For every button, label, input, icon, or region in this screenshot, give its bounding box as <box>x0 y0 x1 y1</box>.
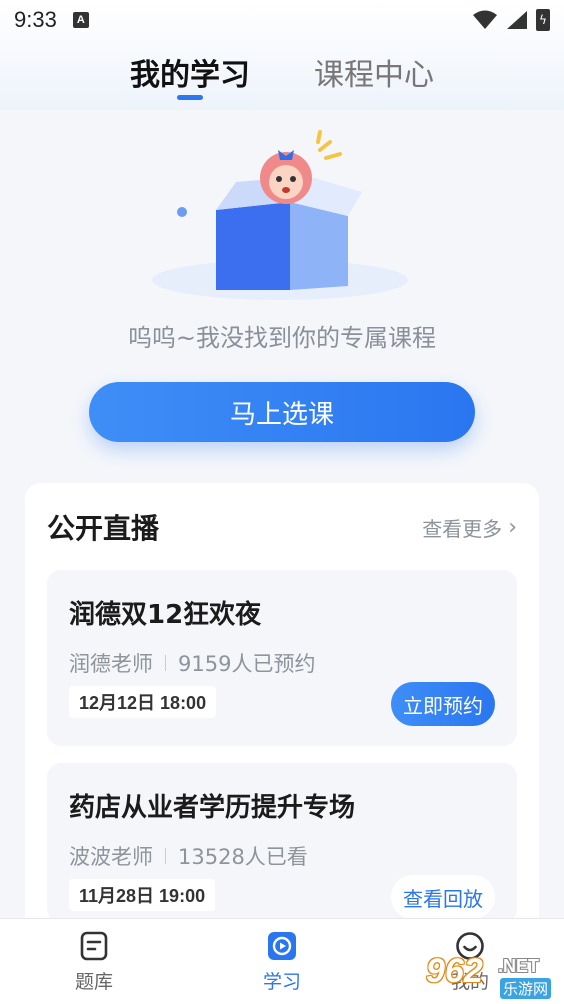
live-item-stat: 9159人已预约 <box>178 652 316 676</box>
live-item-teacher: 波波老师 <box>69 845 153 869</box>
tab-my-study[interactable]: 我的学习 <box>130 50 250 100</box>
live-item-title: 药店从业者学历提升专场 <box>69 793 356 823</box>
watermark-sub: 乐游网 <box>500 978 552 999</box>
live-item[interactable]: 润德双12狂欢夜 润德老师 9159人已预约 12月12日 18:00 立即预约 <box>47 570 517 746</box>
active-tab-indicator <box>177 95 203 100</box>
live-item[interactable]: 药店从业者学历提升专场 波波老师 13528人已看 11月28日 19:00 查… <box>47 763 517 923</box>
live-section-header: 公开直播 查看更多 › <box>47 509 517 545</box>
meta-divider <box>165 655 166 671</box>
status-icons: ϟ <box>472 9 550 31</box>
empty-state-message: 呜呜~我没找到你的专属课程 <box>127 324 437 352</box>
live-item-title: 润德双12狂欢夜 <box>69 600 262 630</box>
replay-button[interactable]: 查看回放 <box>391 875 495 919</box>
tab-course-center-label: 课程中心 <box>314 58 434 93</box>
tab-my-study-label: 我的学习 <box>130 58 250 93</box>
nav-label-question-bank: 题库 <box>74 971 113 993</box>
watermark-domain: .NET <box>498 956 540 976</box>
live-item-meta: 波波老师 13528人已看 <box>69 841 308 871</box>
live-section-card: 公开直播 查看更多 › 润德双12狂欢夜 润德老师 9159人已预约 12月12… <box>25 483 539 943</box>
nav-item-study[interactable]: 学习 <box>188 919 376 1004</box>
view-more-label: 查看更多 <box>422 516 503 541</box>
view-more-link[interactable]: 查看更多 › <box>422 513 517 542</box>
empty-box-illustration <box>152 130 408 300</box>
site-watermark: 962 .NET 乐游网 <box>426 952 558 999</box>
play-study-icon <box>268 932 296 960</box>
live-section-title: 公开直播 <box>47 512 160 545</box>
top-tabs: 我的学习 课程中心 <box>0 50 564 100</box>
nav-item-question-bank[interactable]: 题库 <box>0 919 188 1004</box>
live-item-meta: 润德老师 9159人已预约 <box>69 648 315 678</box>
chevron-right-icon: › <box>508 514 517 540</box>
status-bar: 9:33 A ϟ <box>0 0 564 40</box>
choose-course-button[interactable]: 马上选课 <box>89 382 475 442</box>
signal-icon <box>507 11 527 29</box>
question-bank-icon <box>80 931 108 961</box>
live-item-stat: 13528人已看 <box>178 845 308 869</box>
status-time: 9:33 <box>14 7 57 32</box>
live-item-datetime: 12月12日 18:00 <box>69 686 217 718</box>
tab-course-center[interactable]: 课程中心 <box>314 50 434 100</box>
watermark-number: 962 <box>426 952 483 990</box>
live-item-datetime: 11月28日 19:00 <box>69 879 216 911</box>
reserve-button[interactable]: 立即预约 <box>391 682 495 726</box>
notification-a-icon: A <box>72 12 89 28</box>
nav-label-study: 学习 <box>262 971 301 993</box>
live-item-teacher: 润德老师 <box>69 652 153 676</box>
wifi-icon <box>473 10 497 29</box>
battery-icon: ϟ <box>536 9 550 31</box>
meta-divider <box>165 848 166 864</box>
